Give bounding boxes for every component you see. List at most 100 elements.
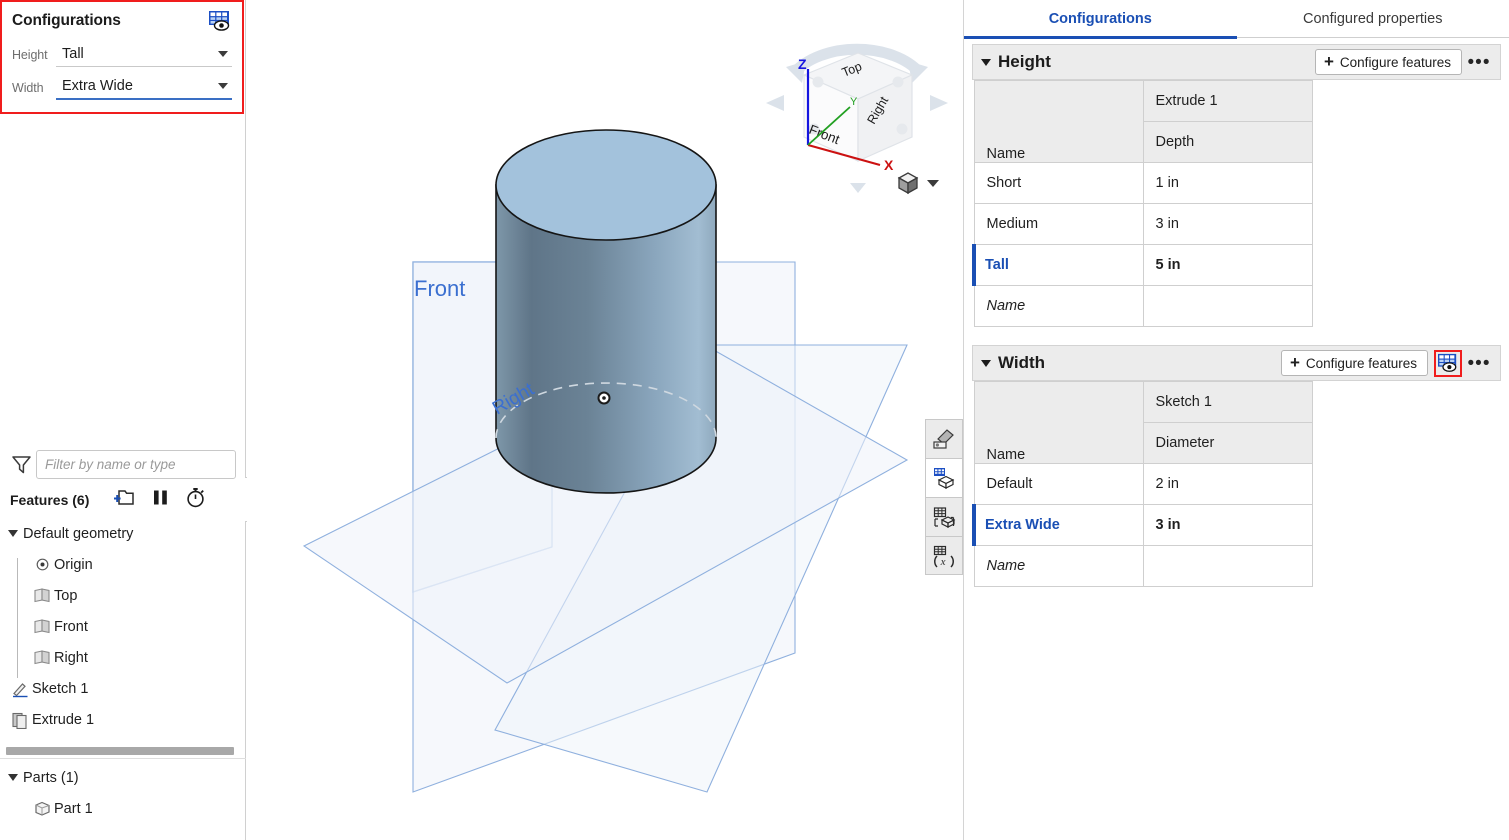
parts-count-label: Parts (1) (23, 769, 79, 786)
cylinder-top-face (495, 129, 717, 241)
rollback-pause-icon-svg (154, 490, 168, 505)
new-configuration-name-input[interactable]: Name (973, 545, 1144, 587)
plane-icon-svg (34, 588, 50, 603)
configure-part-icon-svg (933, 507, 956, 528)
config-name-cell[interactable]: Default (973, 463, 1144, 505)
plane-icon (30, 649, 54, 666)
tree-item-sketch-1[interactable]: Sketch 1 (0, 673, 246, 704)
config-name-cell[interactable]: Short (973, 162, 1144, 204)
sketch-pencil-icon-svg (12, 682, 27, 697)
section-title-width[interactable]: Width (981, 353, 1045, 373)
plus-icon: + (1323, 51, 1334, 71)
display-mode-button[interactable] (895, 170, 943, 196)
config-name-cell[interactable]: Medium (973, 203, 1144, 245)
configuration-section-height: Height + Configure features ••• Name Ext… (972, 44, 1501, 327)
plane-icon-svg (34, 619, 50, 634)
right-panel: Configurations Configured properties Hei… (963, 0, 1509, 840)
tree-item-label: Front (54, 618, 88, 635)
3d-viewport[interactable]: Front Right Top Front Right Z X Y (247, 0, 963, 840)
appearance-tool-icon[interactable] (925, 419, 963, 458)
config-value-cell[interactable]: 1 in (1142, 162, 1313, 204)
configuration-section-header-width: Width + Configure features ••• (972, 345, 1501, 381)
tree-item-top-plane[interactable]: Top (0, 580, 246, 611)
configuration-cube-icon[interactable] (925, 458, 963, 497)
new-configuration-value-cell (1142, 545, 1313, 587)
table-row-new[interactable]: Name (973, 545, 1313, 587)
more-options-icon[interactable]: ••• (1464, 49, 1494, 75)
tree-item-label: Sketch 1 (32, 680, 89, 697)
configuration-table-eye-icon-svg (209, 11, 230, 31)
section-title-label: Height (998, 52, 1051, 71)
tree-item-origin[interactable]: Origin (0, 549, 246, 580)
chevron-down-icon (8, 774, 18, 781)
feature-tree: Default geometry Origin Top Front Right … (0, 518, 246, 735)
configure-features-button[interactable]: + Configure features (1280, 350, 1428, 376)
column-header-name: Name (973, 381, 1144, 464)
front-plane-label: Front (414, 276, 465, 301)
table-row[interactable]: Short 1 in (973, 162, 1313, 204)
configuration-table-eye-icon[interactable] (1434, 349, 1462, 377)
chevron-down-icon (218, 82, 228, 89)
tree-item-extrude-1[interactable]: Extrude 1 (0, 704, 246, 735)
rollback-pause-icon[interactable] (152, 488, 169, 512)
table-row-new[interactable]: Name (973, 285, 1313, 327)
new-configuration-name-input[interactable]: Name (973, 285, 1144, 327)
tab-label: Configurations (1048, 11, 1152, 27)
table-row[interactable]: Medium 3 in (973, 203, 1313, 245)
tree-item-label: Extrude 1 (32, 711, 95, 728)
sketch-pencil-icon (8, 680, 32, 698)
table-row-active[interactable]: Tall 5 in (972, 244, 1313, 286)
section-title-height[interactable]: Height (981, 52, 1051, 72)
feature-tree-scroll-track (0, 758, 246, 759)
plus-icon: + (1289, 352, 1300, 372)
more-options-icon[interactable]: ••• (1464, 350, 1494, 376)
config-parameter-label-width: Width (12, 81, 44, 95)
configurations-panel: Configurations Height Tall Width Extra W… (0, 0, 244, 114)
feature-filter-row (0, 445, 246, 483)
features-toolbar (114, 487, 206, 513)
tree-item-default-geometry[interactable]: Default geometry (0, 518, 246, 549)
table-row-active[interactable]: Extra Wide 3 in (972, 504, 1313, 546)
tree-item-right-plane[interactable]: Right (0, 642, 246, 673)
parts-section-header[interactable]: Parts (1) (0, 762, 246, 793)
search-input[interactable] (36, 449, 236, 479)
filter-funnel-icon[interactable] (10, 455, 32, 474)
configuration-table-eye-icon[interactable] (208, 10, 232, 32)
tree-item-front-plane[interactable]: Front (0, 611, 246, 642)
section-title-label: Width (998, 353, 1046, 372)
chevron-down-icon (218, 50, 228, 57)
tab-configured-properties[interactable]: Configured properties (1237, 0, 1509, 38)
configuration-table-width: Name Sketch 1 Diameter Default 2 in Extr… (972, 381, 1313, 587)
add-folder-icon[interactable] (114, 488, 136, 512)
column-header-feature: Extrude 1 (1142, 80, 1313, 122)
tree-item-label: Default geometry (23, 525, 134, 542)
features-count-label: Features (6) (10, 492, 90, 508)
config-value-cell[interactable]: 3 in (1142, 203, 1313, 245)
configure-features-button[interactable]: + Configure features (1314, 49, 1462, 75)
config-value-cell[interactable]: 5 in (1142, 244, 1313, 286)
config-name-cell[interactable]: Extra Wide (972, 504, 1144, 546)
tab-configurations[interactable]: Configurations (964, 0, 1237, 39)
history-stopwatch-icon[interactable] (185, 487, 206, 513)
onshape-app-window: Configurations Height Tall Width Extra W… (0, 0, 1509, 840)
config-select-width[interactable]: Extra Wide (56, 78, 232, 100)
config-value-cell[interactable]: 3 in (1142, 504, 1313, 546)
viewcube-arrow-down (850, 183, 866, 193)
config-parameter-row-height: Height Tall (12, 36, 232, 67)
variable-function-icon[interactable]: x (925, 536, 963, 575)
parts-section: Parts (1) Part 1 (0, 762, 246, 824)
extrude-icon (8, 711, 32, 729)
list-item-part-1[interactable]: Part 1 (0, 793, 246, 824)
list-item-label: Part 1 (54, 800, 93, 817)
config-select-width-value: Extra Wide (62, 78, 133, 94)
config-select-height[interactable]: Tall (56, 46, 232, 67)
config-name-cell[interactable]: Tall (972, 244, 1144, 286)
part-solid-icon (30, 800, 54, 818)
feature-tree-horizontal-scrollbar[interactable] (6, 747, 234, 755)
tree-item-label: Origin (54, 556, 93, 573)
configure-part-icon[interactable] (925, 497, 963, 536)
configuration-section-width: Width + Configure features ••• Name Sket… (972, 345, 1501, 587)
config-parameter-label-height: Height (12, 48, 48, 62)
config-value-cell[interactable]: 2 in (1142, 463, 1313, 505)
table-row[interactable]: Default 2 in (973, 463, 1313, 505)
